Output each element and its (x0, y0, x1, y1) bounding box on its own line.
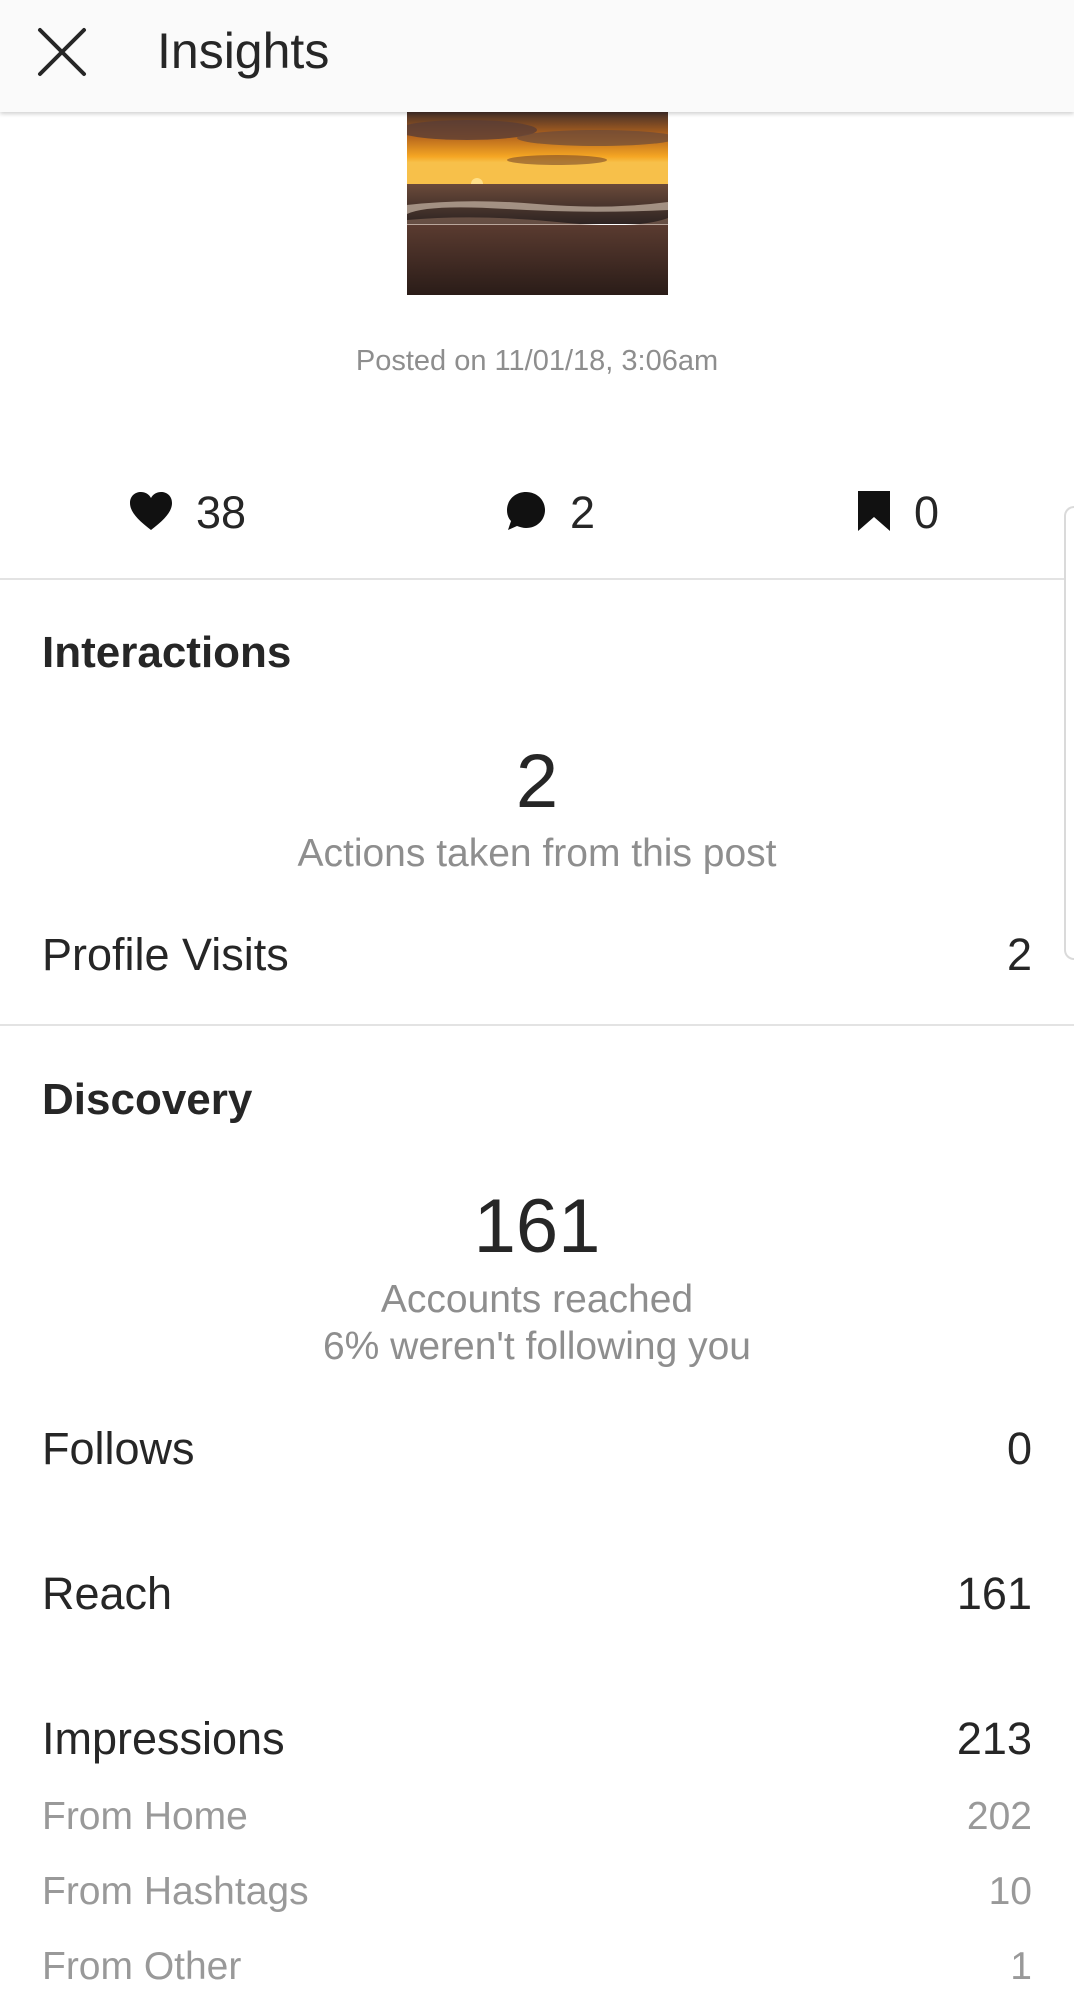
comments-count: 2 (570, 487, 596, 538)
impressions-value: 213 (956, 1713, 1032, 1764)
profile-visits-label: Profile Visits (42, 929, 289, 980)
discovery-caption-followers: 6% weren't following you (322, 1325, 751, 1368)
discovery-title: Discovery (42, 1075, 253, 1124)
reach-value: 161 (956, 1568, 1032, 1619)
reach-row[interactable]: Reach 161 (42, 1568, 1032, 1620)
profile-visits-value: 2 (1006, 929, 1032, 980)
likes-stat: 38 (128, 483, 246, 543)
close-icon[interactable] (36, 26, 88, 78)
reach-label: Reach (42, 1568, 173, 1619)
source-value: 10 (988, 1870, 1032, 1913)
source-value: 202 (966, 1795, 1032, 1838)
source-label: From Home (42, 1795, 248, 1838)
interactions-caption: Actions taken from this post (297, 832, 777, 875)
profile-visits-row[interactable]: Profile Visits 2 (42, 929, 1032, 981)
source-label: From Other (42, 1945, 242, 1988)
impressions-source-row: From Home 202 (42, 1795, 1032, 1839)
discovery-total: 161 (473, 1184, 601, 1269)
source-value: 1 (1010, 1945, 1032, 1988)
top-bar: Insights (0, 0, 1074, 112)
impressions-source-row: From Hashtags 10 (42, 1870, 1032, 1914)
heart-icon (128, 490, 174, 537)
scroll-handle[interactable] (1064, 506, 1074, 960)
impressions-row[interactable]: Impressions 213 (42, 1713, 1032, 1765)
saves-count: 0 (914, 487, 940, 538)
impressions-source-row: From Other 1 (42, 1945, 1032, 1989)
bookmark-icon (856, 489, 892, 538)
follows-value: 0 (1006, 1423, 1032, 1474)
interactions-total: 2 (515, 739, 559, 824)
divider (0, 578, 1074, 580)
interactions-title: Interactions (42, 628, 292, 677)
divider (0, 1024, 1074, 1026)
follows-row[interactable]: Follows 0 (42, 1423, 1032, 1475)
comments-stat: 2 (504, 483, 595, 543)
page-title: Insights (157, 23, 330, 79)
follows-label: Follows (42, 1423, 195, 1474)
comment-icon (504, 489, 548, 538)
discovery-caption: Accounts reached (380, 1278, 694, 1321)
post-thumbnail[interactable] (407, 110, 668, 295)
impressions-label: Impressions (42, 1713, 285, 1764)
posted-date: Posted on 11/01/18, 3:06am (355, 345, 719, 377)
source-label: From Hashtags (42, 1870, 309, 1913)
likes-count: 38 (196, 487, 247, 538)
saves-stat: 0 (856, 483, 939, 543)
